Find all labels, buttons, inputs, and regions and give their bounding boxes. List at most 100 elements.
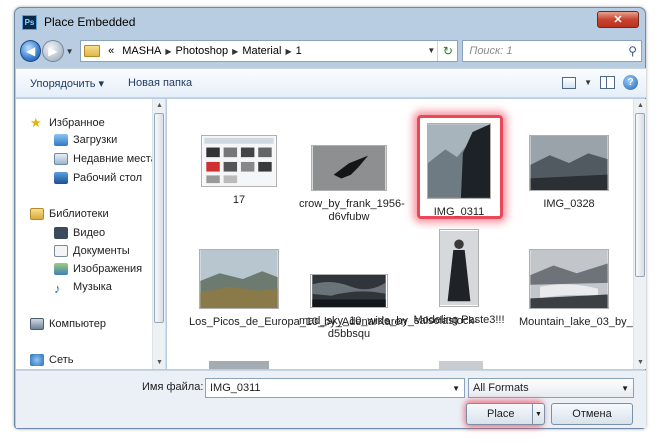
chevron-right-icon[interactable]: ▶ [285,47,291,56]
star-icon: ★ [30,115,42,130]
search-icon[interactable]: ⚲ [628,44,637,58]
format-select[interactable]: All Formats ▼ [468,378,634,398]
file-list-scrollbar[interactable]: ▲ ▼ [633,99,646,369]
file-item[interactable]: Los_Picos_de_Europa_10_by_AdenarKaren [189,249,407,329]
file-thumbnail [529,135,609,191]
sidebar-item-libraries[interactable]: Библиотеки [30,208,109,220]
scroll-up-icon[interactable]: ▲ [153,99,166,112]
sidebar-item-video[interactable]: Видео [54,227,105,239]
scroll-down-icon[interactable]: ▼ [153,356,166,369]
photoshop-icon: Ps [22,14,37,30]
sidebar-item-label: Рабочий стол [73,172,143,184]
help-icon[interactable]: ? [623,75,638,90]
sidebar-item-images[interactable]: Изображения [54,263,142,275]
sidebar-item-network[interactable]: Сеть [30,354,73,366]
sidebar-item-label: Документы [73,245,130,257]
sidebar-item-label: Музыка [73,281,112,293]
chevron-right-icon[interactable]: ▶ [232,47,238,56]
search-box[interactable]: Поиск: 1 ⚲ [462,40,642,62]
forward-button[interactable]: ▶ [42,40,64,62]
sidebar-item-label: Сеть [49,354,74,366]
command-toolbar: Упорядочить ▾ Новая папка ▼ ? [16,68,646,98]
sidebar-item-computer[interactable]: Компьютер [30,318,106,330]
place-options-dropdown-icon[interactable]: ▼ [532,404,544,424]
documents-icon [54,245,68,257]
file-item[interactable]: 17 [189,135,289,207]
images-icon [54,263,68,275]
file-thumbnail [439,229,479,307]
music-icon: ♪ [54,281,61,296]
preview-pane-icon[interactable] [600,76,615,89]
file-thumbnail [310,274,388,308]
breadcrumb-material[interactable]: Material [242,45,281,57]
sidebar-item-label: Библиотеки [49,208,109,220]
scroll-up-icon[interactable]: ▲ [634,99,646,112]
file-thumbnail[interactable] [209,361,269,369]
place-embedded-dialog: Ps Place Embedded ✕ ◀ ▶ ▼ « MASHA ▶ Phot… [14,7,646,429]
breadcrumb-overflow[interactable]: « [108,45,114,57]
file-name: crow_by_frank_1956-d6vfubw [299,198,405,223]
sidebar-item-downloads[interactable]: Загрузки [54,134,117,146]
file-name: IMG_0328 [543,198,595,210]
file-name: 17 [232,194,246,206]
navigation-bar: ◀ ▶ ▼ « MASHA ▶ Photoshop ▶ Material ▶ 1… [20,38,642,64]
breadcrumb-photoshop[interactable]: Photoshop [176,45,229,57]
filename-dropdown-icon[interactable]: ▼ [452,384,460,393]
format-dropdown-icon[interactable]: ▼ [621,384,629,393]
scroll-down-icon[interactable]: ▼ [634,356,646,369]
sidebar-item-music[interactable]: ♪ Музыка [54,281,112,296]
sidebar-item-label: Загрузки [73,134,118,146]
filename-input[interactable]: IMG_0311 ▼ [205,378,465,398]
file-item[interactable]: IMG_0328 [519,135,619,211]
downloads-icon [54,134,68,146]
file-thumbnail [201,135,277,187]
window-title: Place Embedded [44,15,136,29]
new-folder-button[interactable]: Новая папка [128,77,192,89]
breadcrumb-masha[interactable]: MASHA [122,45,161,57]
change-view-icon[interactable] [562,76,577,89]
sidebar-item-label: Изображения [73,263,143,275]
dialog-footer: Имя файла: IMG_0311 ▼ All Formats ▼ Plac… [16,370,646,428]
back-button[interactable]: ◀ [20,40,42,62]
search-input[interactable]: Поиск: 1 [469,45,512,57]
chevron-right-icon[interactable]: ▶ [165,47,171,56]
navigation-pane: ★ Избранное Загрузки Недавние места Рабо… [16,99,166,369]
format-value[interactable]: All Formats [473,382,529,394]
breadcrumb-1[interactable]: 1 [296,45,302,57]
selection-highlight [417,115,503,219]
folder-icon [84,45,101,57]
sidebar-item-desktop[interactable]: Рабочий стол [54,172,142,184]
file-item[interactable]: Modeling Paste3!!! [409,229,509,327]
recent-pages-dropdown-icon[interactable]: ▼ [66,47,78,56]
file-item[interactable]: IMG_0311 [409,115,509,219]
sidebar-item-label: Компьютер [49,318,106,330]
navigation-scrollbar[interactable]: ▲ ▼ [152,99,165,369]
refresh-icon[interactable]: ↻ [437,41,457,61]
address-dropdown-icon[interactable]: ▼ [427,46,435,55]
filename-value[interactable]: IMG_0311 [210,382,261,394]
file-item[interactable]: mad_sky_10_wide_by_salsolastock-d5bbsqu [299,274,478,341]
sidebar-item-recent[interactable]: Недавние места [54,153,157,165]
file-item[interactable]: Mountain_lake_03_by_xxMyNightmarexx [519,249,646,329]
file-thumbnail [529,249,609,309]
file-name: Los_Picos_de_Europa_10_by_AdenarKaren [189,316,407,328]
scroll-thumb[interactable] [154,113,164,323]
place-button[interactable]: Place ▼ [466,403,545,425]
address-bar[interactable]: « MASHA ▶ Photoshop ▶ Material ▶ 1 ▼ ↻ [80,40,459,62]
organize-button[interactable]: Упорядочить ▾ [30,77,104,90]
file-thumbnail[interactable] [439,361,483,369]
filename-label: Имя файла: [142,381,204,393]
sidebar-item-documents[interactable]: Документы [54,245,130,257]
desktop-icon [54,172,68,184]
scroll-thumb[interactable] [635,113,645,277]
cancel-button[interactable]: Отмена [551,403,633,425]
file-list: 17 crow_by_frank_1956-d6vfubw IMG_0311 I… [167,99,646,369]
file-item[interactable]: crow_by_frank_1956-d6vfubw [299,145,405,224]
close-button[interactable]: ✕ [597,11,639,28]
sidebar-item-favorites[interactable]: ★ Избранное [30,115,105,131]
view-dropdown-icon[interactable]: ▼ [584,78,592,87]
title-bar: Ps Place Embedded ✕ [15,8,645,36]
recent-places-icon [54,153,68,165]
computer-icon [30,318,44,330]
file-name: Mountain_lake_03_by_xxMyNightmarexx [519,316,646,328]
